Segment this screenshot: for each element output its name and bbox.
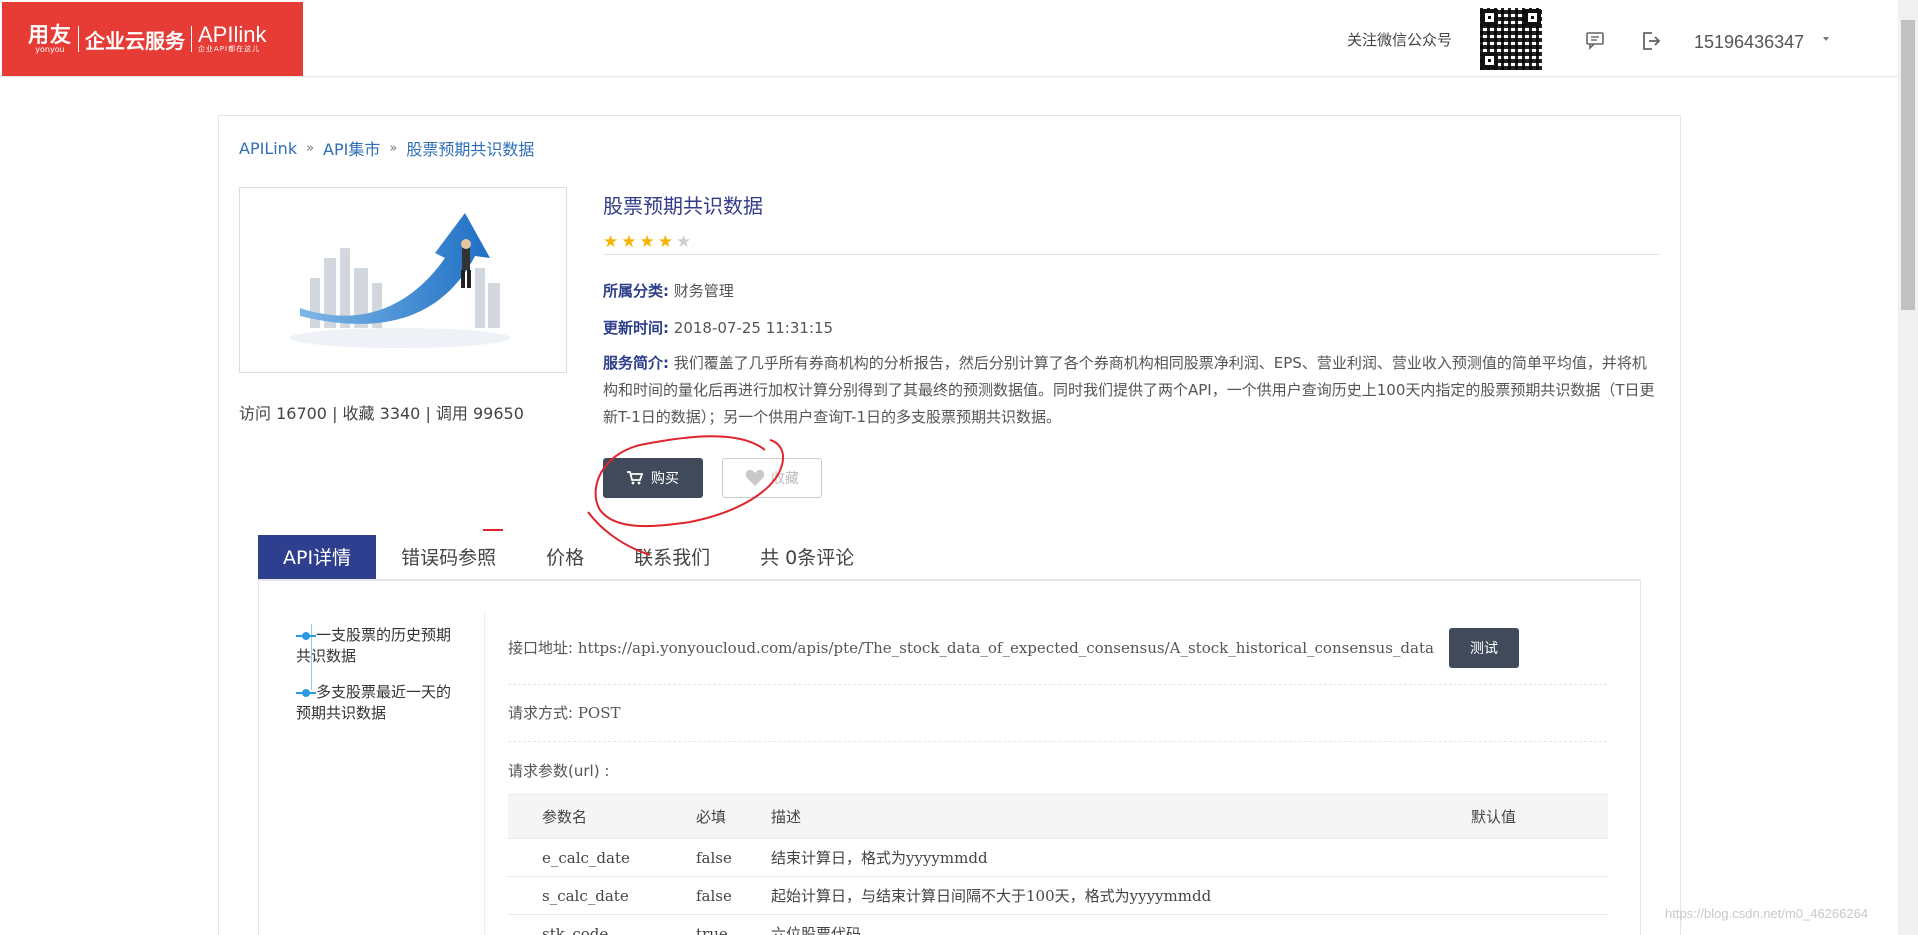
breadcrumb-separator-icon: » (389, 140, 398, 156)
breadcrumb-api-market[interactable]: API集市 (323, 136, 380, 160)
api-url-value: https://api.yonyoucloud.com/apis/pte/The… (577, 639, 1434, 657)
product-stats: 访问 16700 | 收藏 3340 | 调用 99650 (239, 404, 524, 423)
table-row: e_calc_date false 结束计算日，格式为yyyymmdd (508, 838, 1608, 877)
cart-icon (627, 471, 643, 485)
breadcrumb-apilink[interactable]: APILink (239, 139, 297, 158)
dropdown-caret-icon[interactable] (1823, 37, 1829, 41)
tab-price[interactable]: 价格 (521, 535, 609, 579)
logout-icon[interactable] (1640, 30, 1662, 52)
qr-corner (1481, 52, 1498, 69)
table-row: s_calc_date false 起始计算日，与结束计算日间隔不大于100天，… (508, 876, 1608, 915)
side-nav-divider (484, 612, 485, 935)
params-header-row: 参数名 必填 描述 默认值 (508, 794, 1608, 839)
star-filled-icon: ★ (603, 232, 619, 252)
col-header-default: 默认值 (1471, 794, 1608, 839)
api-url-row: 接口地址: https://api.yonyoucloud.com/apis/p… (508, 639, 1434, 657)
table-row: stk_code true 六位股票代码 (508, 914, 1608, 935)
tab-comments[interactable]: 共 0条评论 (735, 535, 879, 579)
wechat-qr-code (1480, 8, 1542, 70)
heart-icon (745, 469, 765, 486)
csdn-watermark: https://blog.csdn.net/m0_46266264 (1665, 906, 1869, 921)
page-scrollbar-thumb[interactable] (1901, 20, 1915, 310)
logo-brand: 用友 yonyou (28, 23, 72, 54)
star-empty-icon: ★ (676, 232, 692, 252)
follow-wechat-text: 关注微信公众号 (1347, 31, 1453, 49)
updated-field: 更新时间: 2018-07-25 11:31:15 (603, 319, 834, 337)
col-header-description: 描述 (771, 794, 1471, 839)
row-divider (508, 684, 1607, 685)
breadcrumb-current[interactable]: 股票预期共识数据 (406, 136, 534, 160)
rating-stars: ★ ★ ★ ★ ★ (603, 234, 691, 251)
tab-api-detail[interactable]: API详情 (258, 535, 377, 579)
col-header-required: 必填 (696, 794, 771, 839)
service-intro: 服务简介: 我们覆盖了几乎所有券商机构的分析报告，然后分别计算了各个券商机构相同… (603, 354, 1655, 426)
qr-corner (1524, 9, 1541, 26)
star-filled-icon: ★ (639, 232, 655, 252)
logo-divider (191, 26, 192, 52)
star-filled-icon: ★ (621, 232, 637, 252)
qr-corner (1481, 9, 1498, 26)
favorite-button-label: 收藏 (771, 471, 799, 487)
params-table: 参数名 必填 描述 默认值 e_calc_date false 结束计算日，格式… (508, 794, 1608, 935)
side-nav-item-history[interactable]: 一支股票的历史预期共识数据 (296, 625, 461, 667)
test-button[interactable]: 测试 (1449, 628, 1519, 668)
buy-button-label: 购买 (651, 471, 679, 487)
logo-service-text: 企业云服务 (85, 28, 185, 53)
message-icon[interactable] (1584, 30, 1606, 52)
top-bar: 用友 yonyou 企业云服务 APIlink 企业API都在这儿 关注微信公众… (0, 0, 1898, 77)
yonyou-apilink-logo[interactable]: 用友 yonyou 企业云服务 APIlink 企业API都在这儿 (2, 2, 303, 76)
logo-divider (78, 26, 79, 52)
col-header-name: 参数名 (508, 794, 696, 839)
api-method-value: POST (577, 704, 621, 722)
product-title: 股票预期共识数据 (603, 194, 763, 218)
side-nav-item-latest[interactable]: 多支股票最近一天的预期共识数据 (296, 682, 461, 724)
bullet-dot-icon (296, 632, 316, 640)
buy-button[interactable]: 购买 (603, 458, 703, 498)
api-method-row: 请求方式: POST (508, 704, 621, 722)
product-image (239, 187, 567, 373)
logo-product: APIlink 企业API都在这儿 (198, 21, 267, 53)
user-account-menu[interactable]: 15196436347 (1694, 32, 1804, 53)
tab-contact[interactable]: 联系我们 (609, 535, 735, 579)
breadcrumb-separator-icon: » (306, 140, 315, 156)
favorite-button[interactable]: 收藏 (722, 458, 822, 498)
bullet-dot-icon (296, 689, 316, 697)
star-filled-icon: ★ (657, 232, 673, 252)
breadcrumb: APILink » API集市 » 股票预期共识数据 (239, 136, 534, 160)
api-params-label: 请求参数(url) : (508, 762, 610, 780)
row-divider (508, 741, 1607, 742)
api-side-nav: 一支股票的历史预期共识数据 多支股票最近一天的预期共识数据 (296, 625, 461, 739)
tab-error-codes[interactable]: 错误码参照 (376, 535, 521, 579)
category-field: 所属分类: 财务管理 (603, 282, 734, 300)
detail-tabs: API详情 错误码参照 价格 联系我们 共 0条评论 (258, 535, 879, 579)
title-divider (603, 254, 1660, 255)
